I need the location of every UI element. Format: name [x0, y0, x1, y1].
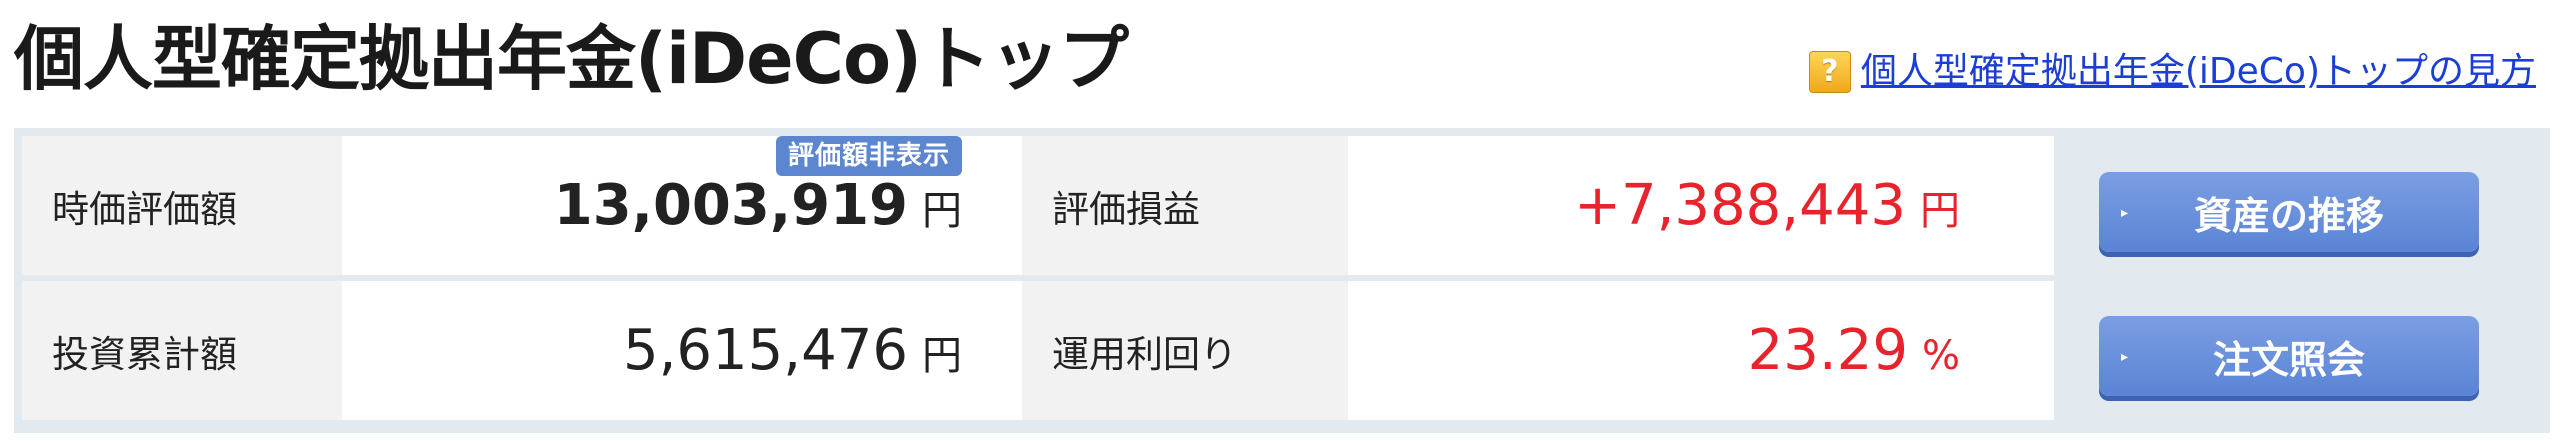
profit-loss-label: 評価損益: [1022, 136, 1348, 275]
summary-panel: 時価評価額 評価額非表示 13,003,919 円 評価損益 +7,388,44…: [14, 128, 2550, 433]
order-inquiry-arrow-icon: ▸: [2121, 349, 2129, 365]
help-link[interactable]: 個人型確定拠出年金(iDeCo)トップの見方: [1861, 50, 2536, 94]
asset-trend-button-label: 資産の推移: [2193, 193, 2384, 238]
yield-label: 運用利回り: [1022, 281, 1348, 420]
market-value-label: 時価評価額: [22, 136, 342, 275]
market-value-unit: 円: [922, 187, 962, 234]
hide-valuation-button[interactable]: 評価額非表示: [775, 136, 962, 176]
summary-row-1: 時価評価額 評価額非表示 13,003,919 円 評価損益 +7,388,44…: [22, 136, 2054, 275]
yield-cell: 23.29 %: [1348, 281, 2054, 420]
yield-unit: %: [1921, 332, 1960, 379]
profit-loss-unit: 円: [1920, 187, 1960, 234]
profit-loss-amount: +7,388,443: [1574, 172, 1906, 238]
market-value-amount: 13,003,919: [553, 172, 908, 238]
asset-trend-arrow-icon: ▸: [2121, 205, 2129, 221]
yield-value: 23.29: [1747, 317, 1908, 383]
invested-total-cell: 5,615,476 円: [342, 281, 1022, 420]
market-value-cell: 評価額非表示 13,003,919 円: [342, 136, 1022, 275]
invested-total-amount: 5,615,476: [622, 317, 908, 383]
help-link-container: ? 個人型確定拠出年金(iDeCo)トップの見方: [1808, 50, 2536, 94]
invested-total-label: 投資累計額: [22, 281, 342, 420]
help-question-icon: ?: [1808, 51, 1851, 93]
profit-loss-cell: +7,388,443 円: [1348, 136, 2054, 275]
invested-total-unit: 円: [922, 332, 962, 379]
order-inquiry-button-label: 注文照会: [2212, 337, 2365, 382]
order-inquiry-button[interactable]: ▸ 注文照会: [2099, 316, 2479, 396]
page-title: 個人型確定拠出年金(iDeCo)トップ: [14, 18, 1129, 100]
asset-trend-button[interactable]: ▸ 資産の推移: [2099, 172, 2479, 252]
summary-row-2: 投資累計額 5,615,476 円 運用利回り 23.29 %: [22, 281, 2054, 420]
